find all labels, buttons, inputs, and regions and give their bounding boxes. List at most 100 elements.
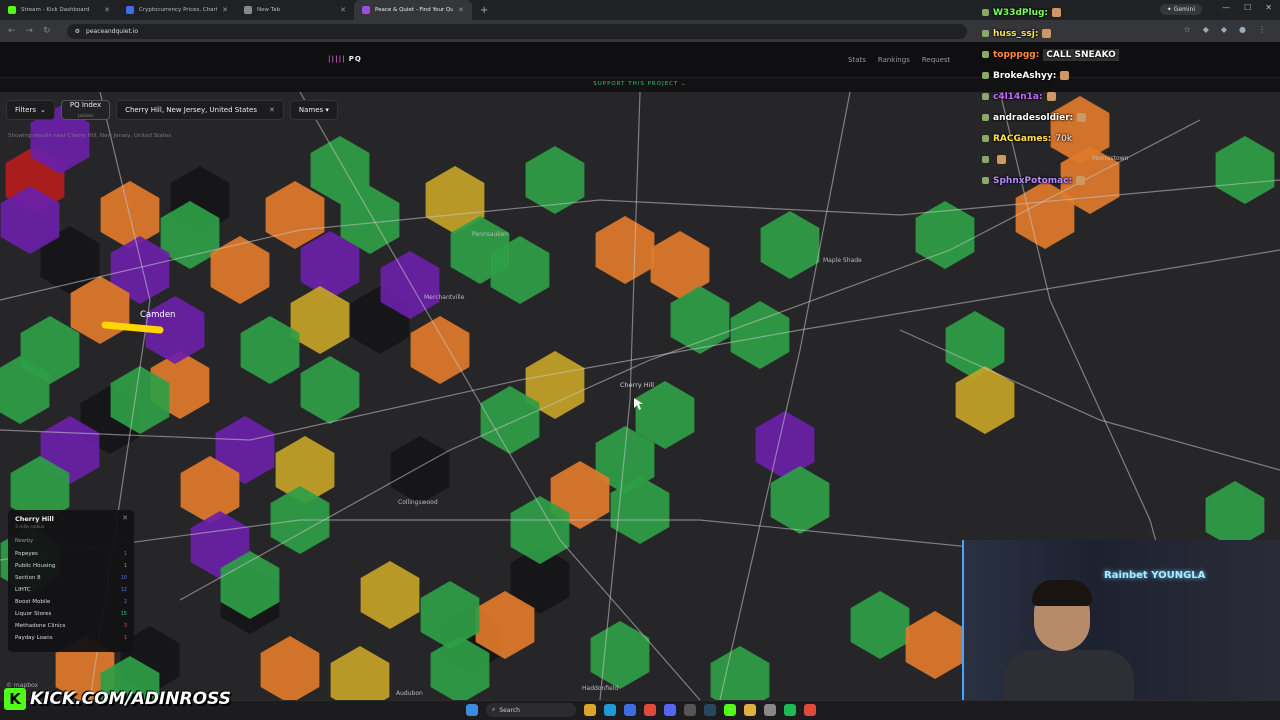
tab-label: Peace & Quiet - Find Your Qui xyxy=(375,7,454,13)
pq-index-button[interactable]: PQ Index (active) xyxy=(60,100,111,120)
nearby-item-label: LIHTC xyxy=(15,587,31,593)
extension-icons: ☆ ◆ ◆ ● ⋮ xyxy=(1184,25,1266,34)
nearby-item-label: Section 8 xyxy=(15,575,41,581)
hex-cell[interactable] xyxy=(265,181,325,249)
hex-cell[interactable] xyxy=(240,316,300,384)
chat-text: CALL SNEAKO xyxy=(1043,48,1119,61)
hex-cell[interactable] xyxy=(850,591,910,659)
back-icon[interactable]: ← xyxy=(8,26,16,36)
hex-cell[interactable] xyxy=(730,301,790,369)
nearby-item[interactable]: Section 8 10 xyxy=(15,572,127,584)
close-icon[interactable]: ✕ xyxy=(458,6,464,14)
steam-icon[interactable] xyxy=(704,704,716,716)
names-dropdown[interactable]: Names ▾ xyxy=(289,100,338,120)
kick-app-icon[interactable] xyxy=(724,704,736,716)
star-icon[interactable]: ☆ xyxy=(1184,25,1191,34)
nearby-item[interactable]: LIHTC 12 xyxy=(15,584,127,596)
badge-icon xyxy=(982,72,989,79)
windows-start-icon[interactable] xyxy=(466,704,478,716)
app-icon[interactable] xyxy=(624,704,636,716)
nearby-item[interactable]: Popeyes 1 xyxy=(15,548,127,560)
filter-toolbar: Filters ⌄ PQ Index (active) Cherry Hill, N… xyxy=(6,100,338,120)
nearby-item-label: Popeyes xyxy=(15,551,38,557)
hex-cell[interactable] xyxy=(755,411,815,479)
tab-label: New Tab xyxy=(257,7,281,13)
nav-rankings[interactable]: Rankings xyxy=(878,56,910,64)
close-icon[interactable]: ✕ xyxy=(222,6,228,14)
hex-cell[interactable] xyxy=(390,436,450,504)
hex-cell[interactable] xyxy=(410,316,470,384)
hex-cell[interactable] xyxy=(1215,136,1275,204)
new-tab-button[interactable]: + xyxy=(472,5,496,16)
site-nav: Stats Rankings Request xyxy=(848,56,950,64)
discord-icon[interactable] xyxy=(664,704,676,716)
edge-icon[interactable] xyxy=(604,704,616,716)
hex-cell[interactable] xyxy=(525,146,585,214)
reload-icon[interactable]: ↻ xyxy=(43,26,51,36)
folder-icon[interactable] xyxy=(744,704,756,716)
minimize-icon[interactable]: — xyxy=(1222,3,1230,12)
hex-cell[interactable] xyxy=(260,636,320,700)
chat-username: huss_ssj: xyxy=(993,28,1039,39)
hex-cell[interactable] xyxy=(955,366,1015,434)
close-window-icon[interactable]: ✕ xyxy=(1265,3,1272,12)
chat-text: 70k xyxy=(1055,133,1073,144)
tab-crypto[interactable]: Cryptocurrency Prices, Charts a ✕ xyxy=(118,0,236,20)
extension-icon[interactable]: ◆ xyxy=(1203,25,1209,34)
nearby-list: Popeyes 1 Public Housing 1 Section 8 10 LIHTC 1… xyxy=(15,548,127,644)
hex-cell[interactable] xyxy=(210,236,270,304)
hex-cell[interactable] xyxy=(595,216,655,284)
place-label: Merchantville xyxy=(424,294,465,301)
location-search[interactable]: Cherry Hill, New Jersey, United States ✕ xyxy=(116,100,284,120)
hex-cell[interactable] xyxy=(945,311,1005,379)
hex-cell[interactable] xyxy=(770,466,830,534)
taskbar-search[interactable]: ⌕ Search xyxy=(486,703,576,717)
hex-cell[interactable] xyxy=(710,646,770,700)
nav-request[interactable]: Request xyxy=(922,56,950,64)
spotify-icon[interactable] xyxy=(784,704,796,716)
app-icon[interactable] xyxy=(764,704,776,716)
file-explorer-icon[interactable] xyxy=(584,704,596,716)
emote-icon xyxy=(1052,8,1062,17)
clear-icon[interactable]: ✕ xyxy=(269,106,275,114)
close-icon[interactable]: ✕ xyxy=(122,514,128,522)
hex-cell[interactable] xyxy=(330,646,390,700)
place-label: Camden xyxy=(140,310,175,320)
maximize-icon[interactable]: ☐ xyxy=(1244,3,1251,12)
place-label: Maple Shade xyxy=(823,257,862,264)
hex-cell[interactable] xyxy=(1205,481,1265,549)
hex-cell[interactable] xyxy=(760,211,820,279)
profile-icon[interactable]: ● xyxy=(1239,25,1246,34)
hex-cell[interactable] xyxy=(290,286,350,354)
extension-icon[interactable]: ◆ xyxy=(1221,25,1227,34)
chrome-icon[interactable] xyxy=(804,704,816,716)
hex-cell[interactable] xyxy=(360,561,420,629)
nearby-item[interactable]: Liquor Stores 15 xyxy=(15,608,127,620)
nearby-item[interactable]: Boost Mobile 2 xyxy=(15,596,127,608)
site-info-icon[interactable]: ⚙ xyxy=(75,28,80,35)
url-field[interactable]: ⚙ peaceandquiet.io xyxy=(66,23,967,39)
menu-icon[interactable]: ⋮ xyxy=(1258,25,1266,34)
tab-peace-quiet[interactable]: Peace & Quiet - Find Your Qui ✕ xyxy=(354,0,472,20)
close-icon[interactable]: ✕ xyxy=(340,6,346,14)
results-caption: Showing results near Cherry Hill, New Je… xyxy=(8,133,172,139)
filters-button[interactable]: Filters ⌄ xyxy=(6,100,55,120)
tab-kick-dashboard[interactable]: Stream - Kick Dashboard ✕ xyxy=(0,0,118,20)
obs-icon[interactable] xyxy=(684,704,696,716)
nearby-item[interactable]: Payday Loans 1 xyxy=(15,632,127,644)
nearby-item[interactable]: Public Housing 1 xyxy=(15,560,127,572)
forward-icon[interactable]: → xyxy=(26,26,34,36)
panel-subtitle: 3 mile radius xyxy=(15,525,45,530)
nearby-item-count: 1 xyxy=(123,563,127,569)
site-logo[interactable]: ||||| PQ xyxy=(328,55,362,63)
nav-stats[interactable]: Stats xyxy=(848,56,866,64)
filters-label: Filters xyxy=(15,106,36,114)
chrome-icon[interactable] xyxy=(644,704,656,716)
nearby-item[interactable]: Methadone Clinics 3 xyxy=(15,620,127,632)
window-controls: — ☐ ✕ xyxy=(1222,3,1272,12)
close-icon[interactable]: ✕ xyxy=(104,6,110,14)
hex-cell[interactable] xyxy=(905,611,965,679)
hex-cell[interactable] xyxy=(300,356,360,424)
tab-new-tab[interactable]: New Tab ✕ xyxy=(236,0,354,20)
location-value: Cherry Hill, New Jersey, United States xyxy=(125,106,257,114)
